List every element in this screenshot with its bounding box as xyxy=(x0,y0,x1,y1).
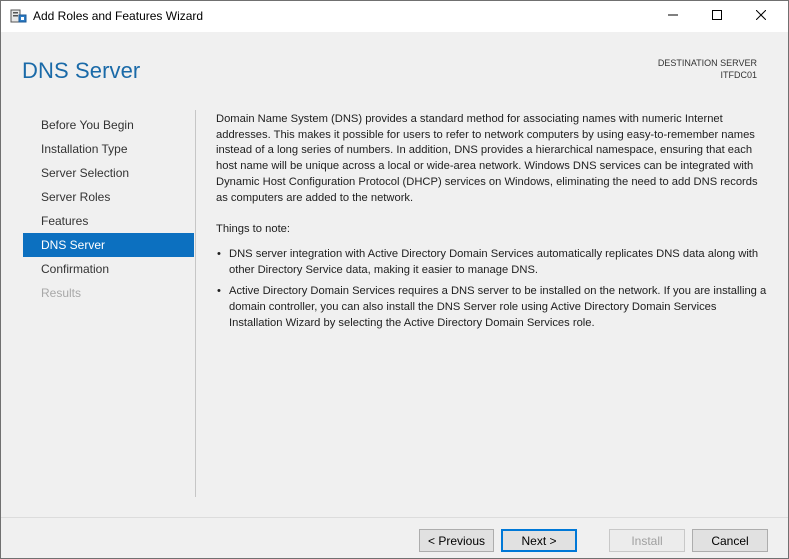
maximize-icon xyxy=(712,7,722,25)
wizard-window: Add Roles and Features Wizard DNS Server… xyxy=(0,0,789,559)
notes-list: • DNS server integration with Active Dir… xyxy=(216,247,771,332)
bullet-icon: • xyxy=(217,247,221,260)
wizard-footer: < Previous Next > Install Cancel xyxy=(1,517,788,558)
list-item: • DNS server integration with Active Dir… xyxy=(216,247,771,278)
minimize-icon xyxy=(668,7,678,25)
main-panel: Domain Name System (DNS) provides a stan… xyxy=(216,112,771,337)
intro-text: Domain Name System (DNS) provides a stan… xyxy=(216,113,758,204)
maximize-button[interactable] xyxy=(695,1,739,31)
wizard-nav: Before You Begin Installation Type Serve… xyxy=(23,113,194,305)
nav-item-server-roles[interactable]: Server Roles xyxy=(23,185,194,209)
next-button[interactable]: Next > xyxy=(501,529,577,552)
nav-item-features[interactable]: Features xyxy=(23,209,194,233)
previous-button[interactable]: < Previous xyxy=(419,529,494,552)
server-manager-icon xyxy=(10,8,27,24)
note-text: DNS server integration with Active Direc… xyxy=(229,247,759,276)
install-button: Install xyxy=(609,529,685,552)
list-item: • Active Directory Domain Services requi… xyxy=(216,284,771,331)
notes-title: Things to note: xyxy=(216,223,291,236)
nav-item-before-you-begin[interactable]: Before You Begin xyxy=(23,113,194,137)
note-text: Active Directory Domain Services require… xyxy=(229,285,767,329)
nav-item-confirmation[interactable]: Confirmation xyxy=(23,257,194,281)
window-title: Add Roles and Features Wizard xyxy=(33,9,204,23)
close-button[interactable] xyxy=(739,1,783,31)
cancel-button[interactable]: Cancel xyxy=(692,529,768,552)
minimize-button[interactable] xyxy=(651,1,695,31)
bullet-icon: • xyxy=(217,285,221,298)
nav-item-server-selection[interactable]: Server Selection xyxy=(23,161,194,185)
nav-item-results: Results xyxy=(41,286,82,300)
title-bar[interactable]: Add Roles and Features Wizard xyxy=(1,1,788,32)
wizard-content: Before You Begin Installation Type Serve… xyxy=(1,99,788,517)
destination-server-name: ITFDC01 xyxy=(720,70,757,80)
wizard-header: DNS Server DESTINATION SERVER ITFDC01 xyxy=(1,32,788,99)
nav-divider xyxy=(195,110,196,497)
destination-server-label: DESTINATION SERVER xyxy=(657,58,757,68)
close-icon xyxy=(755,7,767,25)
nav-item-dns-server[interactable]: DNS Server xyxy=(23,233,194,257)
page-title: DNS Server xyxy=(22,58,141,83)
nav-item-installation-type[interactable]: Installation Type xyxy=(23,137,194,161)
